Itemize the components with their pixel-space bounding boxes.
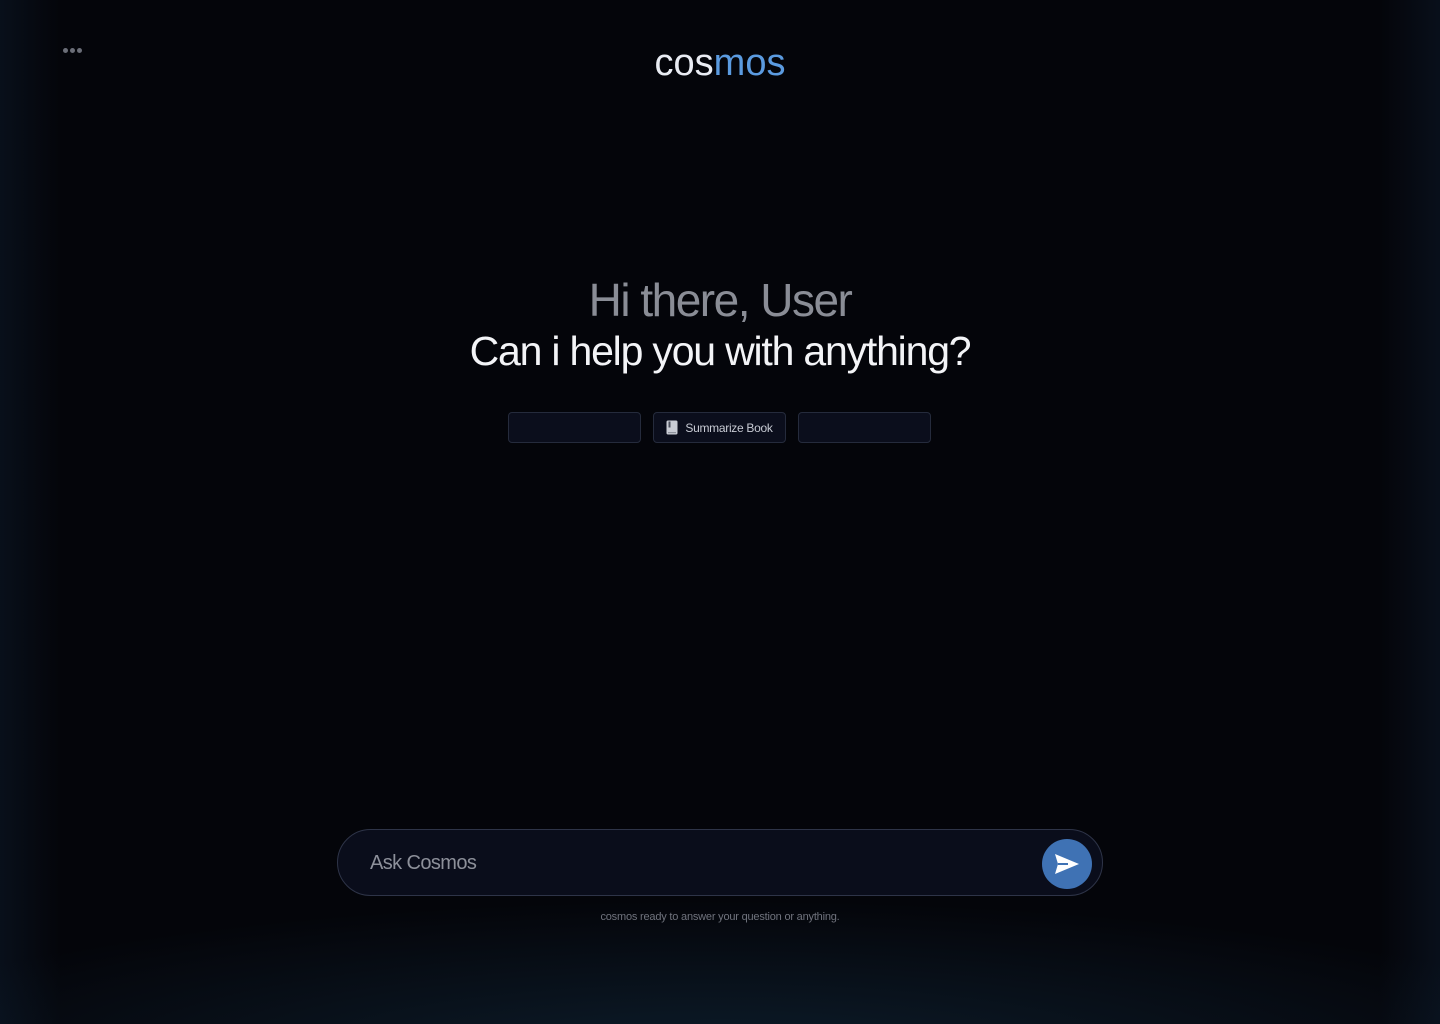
send-button[interactable] bbox=[1042, 839, 1092, 889]
send-icon bbox=[1055, 854, 1079, 874]
composer-caption: cosmos ready to answer your question or … bbox=[600, 911, 840, 923]
ask-input[interactable] bbox=[368, 840, 1032, 887]
suggestion-chip-1[interactable] bbox=[508, 412, 641, 443]
logo-text-white: cos bbox=[654, 42, 714, 84]
app-logo: cosmos bbox=[0, 40, 1440, 86]
cosmos-page: cosmos Hi there, User Can i help you wit… bbox=[0, 0, 1440, 1024]
suggestion-chip-summarize-book[interactable]: Summarize Book bbox=[653, 412, 786, 443]
book-icon bbox=[666, 420, 678, 435]
suggestion-chip-3[interactable] bbox=[798, 412, 931, 443]
suggestion-chip-label: Summarize Book bbox=[685, 420, 773, 435]
question-heading: Can i help you with anything? bbox=[469, 328, 972, 374]
ask-composer bbox=[337, 829, 1103, 896]
greeting-heading: Hi there, User bbox=[588, 274, 853, 326]
logo-text-blue: mos bbox=[713, 42, 786, 84]
